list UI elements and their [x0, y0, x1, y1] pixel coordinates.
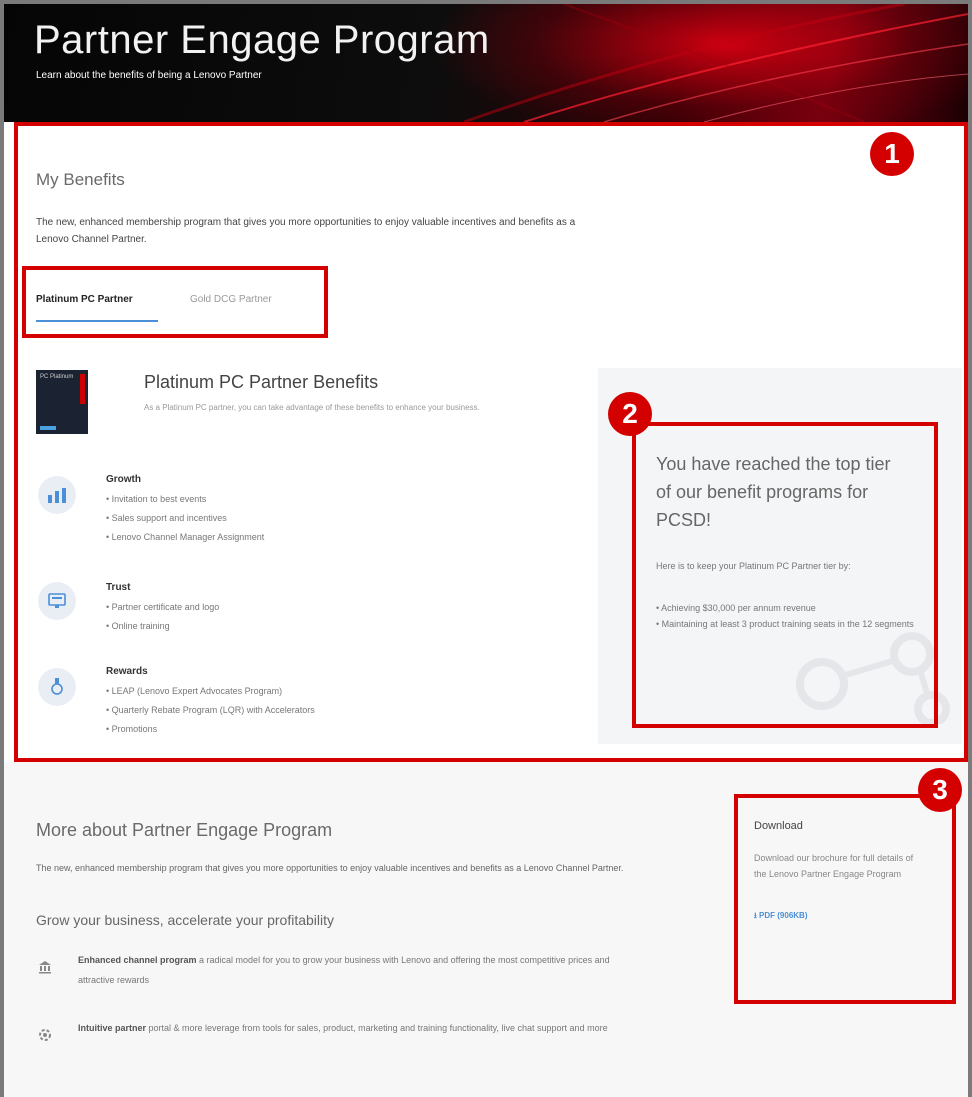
- more-about-description: The new, enhanced membership program tha…: [36, 863, 624, 873]
- page-subtitle: Learn about the benefits of being a Leno…: [36, 70, 262, 81]
- more-about-title: More about Partner Engage Program: [36, 820, 333, 840]
- hero-banner: Partner Engage Program Learn about the b…: [4, 4, 968, 122]
- callout-number-2: 2: [608, 392, 652, 436]
- callout-box-2: [632, 422, 938, 728]
- bank-icon: [34, 956, 56, 978]
- feature-enhanced-program: Enhanced channel program a radical model…: [78, 955, 610, 985]
- page-frame: Partner Engage Program Learn about the b…: [0, 0, 972, 1097]
- page-title: Partner Engage Program: [34, 18, 490, 62]
- callout-box-tabs: [22, 266, 328, 338]
- feature-intuitive-portal: Intuitive partner portal & more leverage…: [78, 1023, 608, 1033]
- gear-icon: [34, 1024, 56, 1046]
- callout-number-1: 1: [870, 132, 914, 176]
- callout-box-3: [734, 794, 956, 1004]
- more-about-subtitle: Grow your business, accelerate your prof…: [36, 912, 335, 928]
- callout-number-3: 3: [918, 768, 962, 812]
